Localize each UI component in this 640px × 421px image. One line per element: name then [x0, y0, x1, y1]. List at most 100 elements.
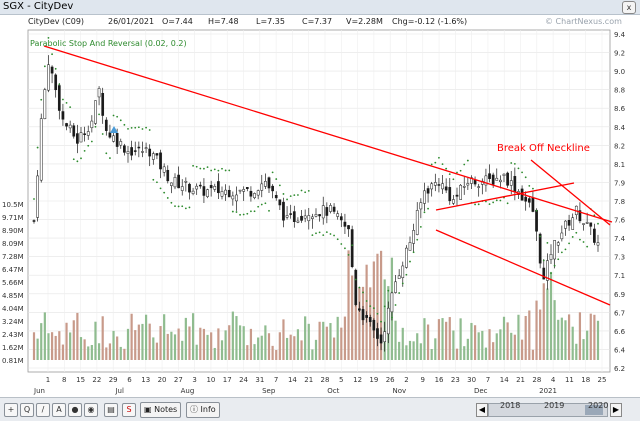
- psar-dot: [253, 210, 256, 213]
- psar-dot: [571, 236, 574, 238]
- notes-icon: ▣: [144, 405, 155, 414]
- candle-body: [408, 242, 412, 251]
- x-tick-label: 10: [206, 376, 215, 384]
- candle-body: [582, 223, 585, 225]
- candle-body: [148, 148, 152, 157]
- candle-body: [159, 152, 162, 170]
- psar-dot: [69, 106, 72, 108]
- psar-dot: [344, 247, 346, 250]
- volume-bar: [481, 330, 484, 360]
- volume-bar: [177, 328, 180, 360]
- psar-dot: [441, 163, 444, 166]
- candle-body: [162, 166, 166, 173]
- candle-body: [307, 215, 311, 222]
- scroll-right-arrow[interactable]: ▶: [610, 403, 622, 417]
- candle-body: [466, 183, 470, 186]
- volume-bar: [101, 316, 104, 360]
- candle-body: [32, 220, 36, 222]
- volume-bar: [173, 334, 177, 360]
- notes-button[interactable]: ▣ Notes: [140, 402, 182, 418]
- candle-body: [589, 222, 593, 227]
- candle-body: [535, 209, 538, 232]
- volume-bar: [567, 314, 571, 360]
- candle-body: [227, 189, 231, 198]
- psar-dot: [90, 140, 93, 143]
- volume-bar: [32, 332, 36, 360]
- crosshair-icon[interactable]: +: [4, 403, 18, 417]
- volume-bar: [181, 340, 184, 360]
- psar-dot: [347, 253, 350, 256]
- x-tick-label: 8: [62, 376, 66, 384]
- eye-icon[interactable]: ◉: [84, 403, 98, 417]
- volume-tick-label: 9.71M: [2, 214, 24, 222]
- volume-bar: [61, 344, 65, 360]
- candle-body: [556, 242, 560, 246]
- volume-bar: [213, 347, 216, 360]
- candle-body: [368, 317, 372, 323]
- psar-dot: [174, 205, 176, 208]
- volume-bar: [249, 328, 253, 360]
- volume-bar: [231, 311, 234, 360]
- candle-body: [36, 175, 39, 218]
- psar-dot: [315, 232, 317, 235]
- x-tick-label: 2: [404, 376, 408, 384]
- candle-body: [499, 179, 502, 182]
- candle-body: [144, 147, 148, 149]
- candle-body: [133, 150, 137, 152]
- candle-body: [166, 169, 170, 182]
- candle-body: [126, 151, 130, 154]
- psar-dot: [87, 144, 90, 147]
- psar-dot: [340, 243, 343, 245]
- volume-bar: [336, 316, 339, 360]
- candle-body: [155, 153, 159, 156]
- volume-bar: [463, 346, 466, 360]
- psar-dot: [43, 65, 46, 68]
- candle-body: [397, 275, 401, 279]
- scroll-left-arrow[interactable]: ◀: [476, 403, 488, 417]
- info-button[interactable]: ⓘ Info: [186, 402, 220, 418]
- price-tick-label: 8.1: [614, 161, 625, 169]
- draw-line-icon[interactable]: /: [36, 403, 50, 417]
- volume-tick-label: 3.24M: [2, 318, 24, 326]
- psar-dot: [369, 305, 372, 308]
- volume-bar: [170, 331, 173, 360]
- text-tool-icon[interactable]: A: [52, 403, 66, 417]
- candle-body: [354, 269, 358, 305]
- price-tick-label: 8.8: [614, 87, 625, 95]
- volume-bar: [238, 325, 242, 360]
- psar-dot: [575, 231, 578, 234]
- candle-body: [177, 174, 180, 189]
- volume-bar: [148, 323, 151, 360]
- candle-body: [531, 197, 535, 212]
- x-tick-label: 22: [92, 376, 101, 384]
- sr-icon[interactable]: S: [122, 403, 136, 417]
- candle-body: [430, 183, 434, 190]
- psar-dot: [380, 320, 382, 323]
- volume-tick-label: 10.5M: [2, 201, 24, 209]
- volume-bar: [325, 326, 328, 360]
- color-palette-icon[interactable]: ●: [68, 403, 82, 417]
- psar-dot: [560, 251, 563, 254]
- volume-bar: [528, 310, 531, 360]
- volume-tick-label: 8.09M: [2, 240, 24, 248]
- candle-body: [79, 132, 83, 143]
- volume-tick-label: 6.47M: [2, 266, 24, 274]
- psar-dot: [510, 162, 513, 164]
- psar-dot: [192, 164, 194, 167]
- volume-bar: [473, 325, 477, 360]
- psar-dot: [318, 231, 321, 234]
- volume-bar: [253, 344, 256, 360]
- volume-bar: [510, 332, 513, 360]
- volume-bar: [130, 313, 133, 360]
- psar-dot: [568, 242, 570, 245]
- candle-body: [97, 88, 101, 98]
- psar-dot: [372, 307, 375, 310]
- zoom-icon[interactable]: Q: [20, 403, 34, 417]
- candle-body: [491, 174, 495, 185]
- price-chart[interactable]: 9.4 9.2 9.0 8.8 8.6 8.4 8.2 8.1 7.9 7.8 7.6 7.4 7.3 7…: [0, 0, 640, 396]
- psar-dot: [228, 169, 231, 172]
- print-icon[interactable]: ▤: [104, 403, 118, 417]
- candle-body: [191, 190, 195, 194]
- month-label: Oct: [327, 387, 339, 395]
- psar-dot: [54, 67, 57, 70]
